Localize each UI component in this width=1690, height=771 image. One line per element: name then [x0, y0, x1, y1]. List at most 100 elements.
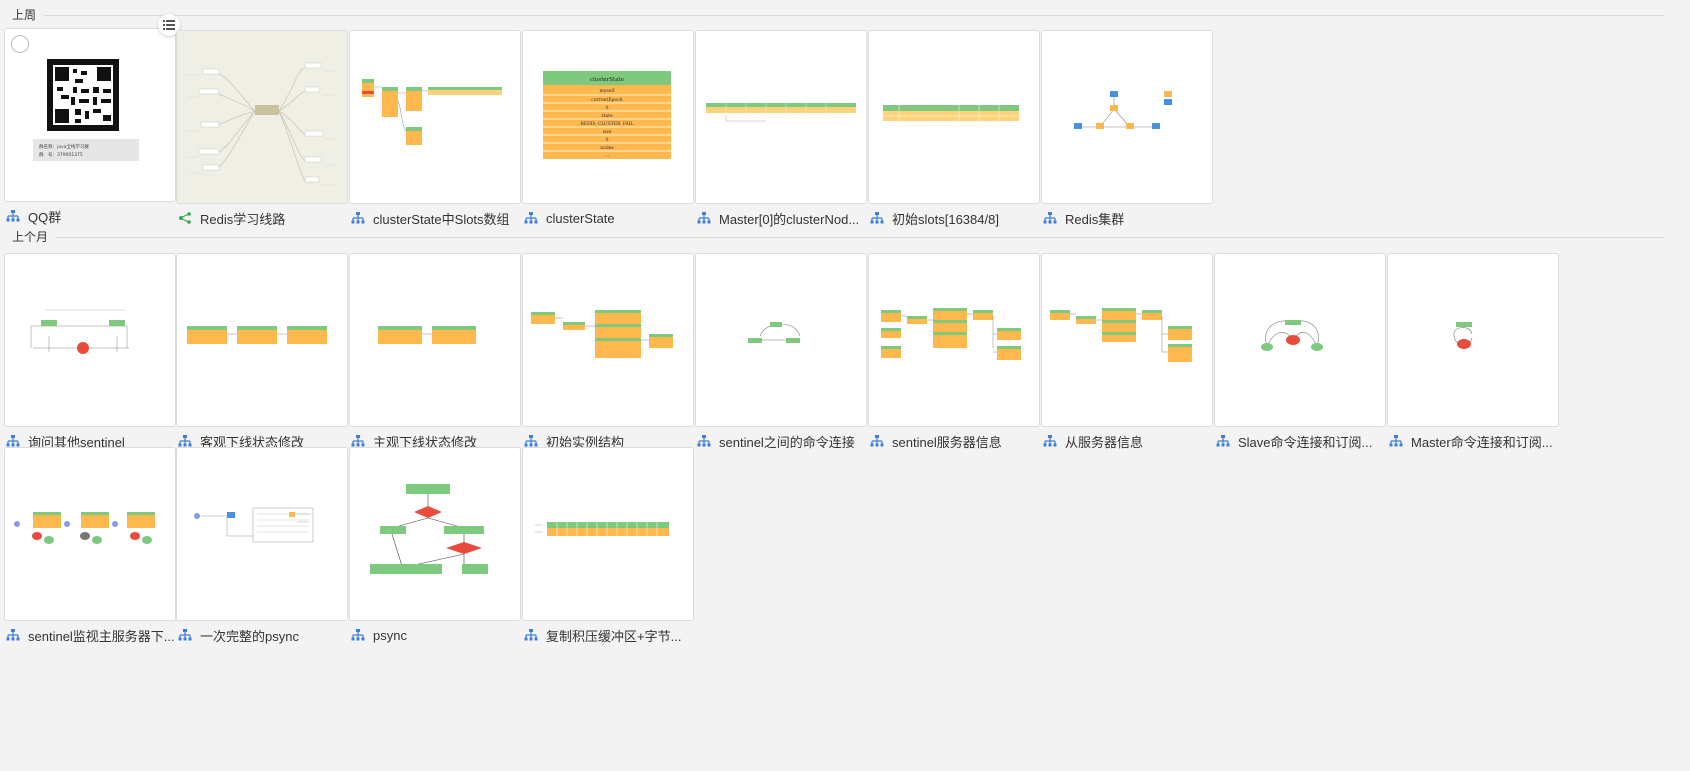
- card-replication-backlog[interactable]: 复制积压缓冲区+字节...: [522, 447, 694, 645]
- card-psync[interactable]: psync: [349, 447, 521, 645]
- org-chart-icon: [6, 629, 20, 641]
- list-icon: [163, 20, 175, 30]
- card-caption[interactable]: Redis学习线路: [176, 208, 352, 228]
- card-caption[interactable]: clusterState中Slots数组: [349, 208, 525, 228]
- card-caption[interactable]: sentinel之间的命令连接: [695, 431, 871, 451]
- card-qq-group[interactable]: 群名称：java全栈学习群 群 号：379001375 QQ群: [4, 14, 180, 226]
- card-caption[interactable]: 复制积压缓冲区+字节...: [522, 625, 698, 645]
- card-caption[interactable]: 从服务器信息: [1041, 431, 1217, 451]
- card-initial-instance-structure[interactable]: 初始实例结构: [522, 253, 694, 451]
- section-label: 上个月: [12, 228, 55, 246]
- card-thumbnail[interactable]: [522, 253, 694, 427]
- section-header-last-month: 上个月: [0, 228, 1664, 246]
- card-thumbnail[interactable]: clusterState myself currentEpoch 0 state…: [522, 30, 694, 204]
- card-title: sentinel监视主服务器下...: [28, 628, 175, 644]
- org-chart-icon: [870, 212, 884, 224]
- card-thumbnail[interactable]: [349, 253, 521, 427]
- cluster-state-row: currentEpoch: [591, 97, 622, 103]
- org-chart-icon: [524, 629, 538, 641]
- cluster-state-row: ...: [605, 154, 610, 159]
- card-thumbnail[interactable]: [4, 447, 176, 621]
- card-redis-cluster[interactable]: Redis集群: [1041, 30, 1213, 228]
- card-caption[interactable]: Slave命令连接和订阅...: [1214, 431, 1390, 451]
- card-thumbnail[interactable]: [695, 30, 867, 204]
- card-initial-slots[interactable]: 初始slots[16384/8]: [868, 30, 1040, 228]
- card-thumbnail[interactable]: [1387, 253, 1559, 427]
- cluster-state-row: 0: [606, 137, 609, 143]
- card-caption[interactable]: 一次完整的psync: [176, 625, 352, 645]
- card-title: 复制积压缓冲区+字节...: [546, 628, 682, 644]
- card-clusterstate-slots-array[interactable]: clusterState中Slots数组: [349, 30, 521, 228]
- card-complete-psync[interactable]: 一次完整的psync: [176, 447, 348, 645]
- card-objective-down-state[interactable]: 客观下线状态修改: [176, 253, 348, 451]
- org-chart-icon: [6, 210, 20, 222]
- card-title: 一次完整的psync: [200, 628, 299, 644]
- org-chart-icon: [1043, 435, 1057, 447]
- card-thumbnail[interactable]: [868, 253, 1040, 427]
- card-title: clusterState中Slots数组: [373, 211, 510, 227]
- card-title: Redis学习线路: [200, 211, 286, 227]
- card-sentinel-command-connection[interactable]: sentinel之间的命令连接: [695, 253, 867, 451]
- card-caption[interactable]: sentinel服务器信息: [868, 431, 1044, 451]
- org-chart-icon: [351, 629, 365, 641]
- cluster-state-header: clusterState: [590, 77, 624, 83]
- select-checkbox[interactable]: [11, 35, 29, 53]
- card-redis-learning-route[interactable]: Redis学习线路: [176, 30, 348, 228]
- card-thumbnail[interactable]: [4, 253, 176, 427]
- card-caption[interactable]: QQ群: [4, 206, 180, 226]
- card-title: 从服务器信息: [1065, 434, 1144, 450]
- org-chart-icon: [6, 435, 20, 447]
- card-thumbnail[interactable]: [176, 30, 348, 204]
- cluster-state-row: size: [603, 129, 612, 135]
- card-caption[interactable]: clusterState: [522, 208, 698, 228]
- org-chart-icon: [351, 435, 365, 447]
- org-chart-icon: [697, 212, 711, 224]
- card-thumbnail[interactable]: [1041, 30, 1213, 204]
- card-title: Redis集群: [1065, 211, 1125, 227]
- org-chart-icon: [697, 435, 711, 447]
- card-caption[interactable]: sentinel监视主服务器下...: [4, 625, 180, 645]
- card-caption[interactable]: Master命令连接和订阅...: [1387, 431, 1563, 451]
- org-chart-icon: [1216, 435, 1230, 447]
- section-label: 上周: [12, 6, 43, 24]
- card-thumbnail[interactable]: [695, 253, 867, 427]
- card-thumbnail[interactable]: [176, 447, 348, 621]
- card-title: QQ群: [28, 209, 62, 225]
- qq-group-name: 群名称：java全栈学习群: [39, 143, 89, 150]
- card-title: Master命令连接和订阅...: [1411, 434, 1553, 450]
- card-title: Master[0]的clusterNod...: [719, 211, 860, 227]
- card-thumbnail[interactable]: [522, 447, 694, 621]
- card-caption[interactable]: Redis集群: [1041, 208, 1217, 228]
- card-clusterstate[interactable]: clusterState myself currentEpoch 0 state…: [522, 30, 694, 228]
- mindmap-icon: [179, 212, 191, 224]
- card-slave-command-subscribe[interactable]: Slave命令连接和订阅...: [1214, 253, 1386, 451]
- cluster-state-row: nodes: [600, 145, 614, 151]
- cluster-state-row: myself: [600, 88, 615, 94]
- card-master0-clusternode[interactable]: Master[0]的clusterNod...: [695, 30, 867, 228]
- card-sentinel-monitor-master[interactable]: sentinel监视主服务器下...: [4, 447, 176, 645]
- org-chart-icon: [178, 435, 192, 447]
- card-slave-server-info[interactable]: 从服务器信息: [1041, 253, 1213, 451]
- cluster-state-row: 0: [606, 105, 609, 111]
- cluster-state-row: state: [601, 113, 613, 119]
- org-chart-icon: [178, 629, 192, 641]
- card-ask-other-sentinel[interactable]: 询问其他sentinel: [4, 253, 176, 451]
- card-thumbnail[interactable]: [1214, 253, 1386, 427]
- card-caption[interactable]: Master[0]的clusterNod...: [695, 208, 871, 228]
- card-thumbnail[interactable]: [1041, 253, 1213, 427]
- section-header-last-week: 上周: [0, 6, 1664, 24]
- card-subjective-down-state[interactable]: 主观下线状态修改: [349, 253, 521, 451]
- section-divider: [44, 15, 1664, 16]
- card-thumbnail[interactable]: 群名称：java全栈学习群 群 号：379001375: [4, 28, 176, 202]
- card-title: sentinel之间的命令连接: [719, 434, 855, 450]
- card-sentinel-server-info[interactable]: sentinel服务器信息: [868, 253, 1040, 451]
- org-chart-icon: [1389, 435, 1403, 447]
- card-thumbnail[interactable]: [868, 30, 1040, 204]
- card-caption[interactable]: psync: [349, 625, 525, 645]
- card-master-command-subscribe[interactable]: Master命令连接和订阅...: [1387, 253, 1559, 451]
- card-thumbnail[interactable]: [176, 253, 348, 427]
- card-thumbnail[interactable]: [349, 30, 521, 204]
- card-caption[interactable]: 初始slots[16384/8]: [868, 208, 1044, 228]
- card-thumbnail[interactable]: [349, 447, 521, 621]
- cluster-state-row: REDIS_CLUSTER_FAIL: [580, 121, 633, 127]
